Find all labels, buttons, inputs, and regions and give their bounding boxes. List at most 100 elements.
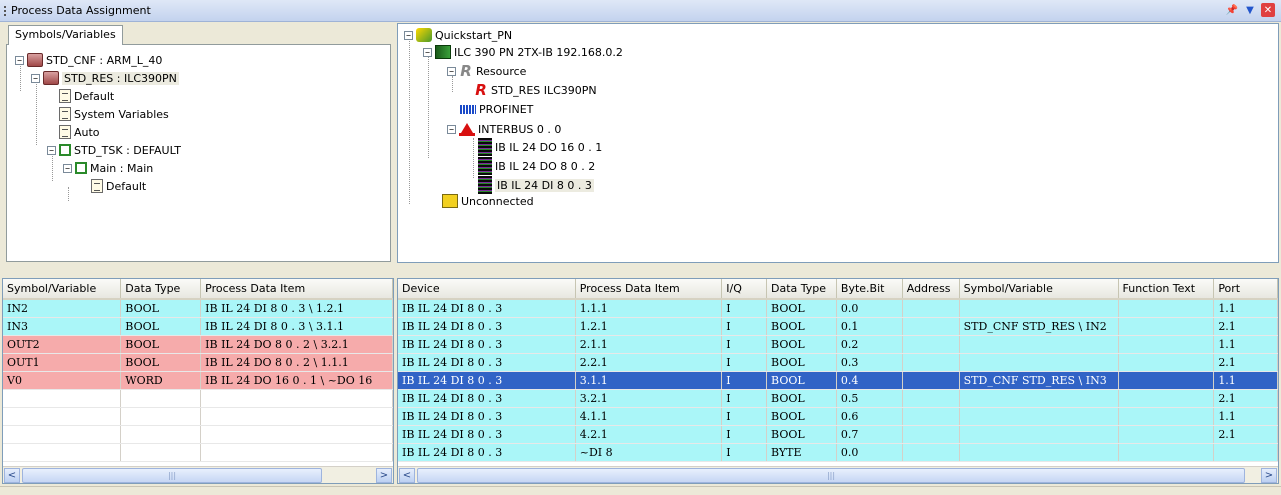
table-cell[interactable] xyxy=(200,407,393,426)
tree-node-std-res[interactable]: R STD_RES ILC390PN xyxy=(474,81,596,99)
tree-node-auto[interactable]: Auto xyxy=(59,123,100,141)
table-cell[interactable] xyxy=(902,371,960,390)
close-icon[interactable]: ✕ xyxy=(1261,3,1275,17)
table-cell[interactable]: 2.1 xyxy=(1213,317,1278,336)
column-header[interactable]: Process Data Item xyxy=(200,279,393,300)
table-cell[interactable]: 2.1 xyxy=(1213,425,1278,444)
table-cell[interactable] xyxy=(1118,353,1215,372)
collapse-icon[interactable]: − xyxy=(447,66,456,76)
table-cell[interactable]: I xyxy=(721,317,768,336)
scroll-right-icon[interactable]: > xyxy=(1261,468,1277,483)
table-cell[interactable]: I xyxy=(721,353,768,372)
tree-node-main-default[interactable]: Default xyxy=(91,177,146,195)
table-cell[interactable]: 0.5 xyxy=(836,389,903,408)
table-cell[interactable]: OUT2 xyxy=(3,335,122,354)
collapse-icon[interactable]: − xyxy=(47,145,56,155)
table-cell[interactable]: 1.1.1 xyxy=(575,299,723,318)
table-cell[interactable] xyxy=(1118,389,1215,408)
table-cell[interactable] xyxy=(902,425,960,444)
table-cell[interactable]: 4.1.1 xyxy=(575,407,723,426)
table-cell[interactable]: STD_CNF STD_RES \ IN3 xyxy=(959,371,1119,390)
table-cell[interactable] xyxy=(902,317,960,336)
table-cell[interactable]: BOOL xyxy=(120,299,202,318)
table-cell[interactable]: BOOL xyxy=(766,371,837,390)
table-cell[interactable] xyxy=(3,389,122,408)
dropdown-icon[interactable]: ▼ xyxy=(1243,3,1257,17)
collapse-icon[interactable]: − xyxy=(15,55,24,65)
tree-node-unconnected[interactable]: Unconnected xyxy=(442,192,534,210)
table-cell[interactable]: IB IL 24 DI 8 0 . 3 xyxy=(398,335,576,354)
table-cell[interactable] xyxy=(1118,443,1215,462)
table-cell[interactable]: BOOL xyxy=(766,299,837,318)
table-cell[interactable]: IB IL 24 DI 8 0 . 3 xyxy=(398,299,576,318)
table-cell[interactable]: BOOL xyxy=(120,335,202,354)
table-cell[interactable] xyxy=(3,425,122,444)
table-cell[interactable]: 0.0 xyxy=(836,299,903,318)
table-row[interactable]: IB IL 24 DI 8 0 . 3 2.1.1 I BOOL 0.2 1.1 xyxy=(398,335,1278,354)
tree-node-system-variables[interactable]: System Variables xyxy=(59,105,169,123)
table-cell[interactable]: 3.2.1 xyxy=(575,389,723,408)
table-cell[interactable]: 2.1 xyxy=(1213,353,1278,372)
table-cell[interactable]: ~DI 8 xyxy=(575,443,723,462)
table-cell[interactable] xyxy=(3,407,122,426)
tree-node-main[interactable]: − Main : Main xyxy=(63,159,153,177)
tree-node-project[interactable]: − Quickstart_PN xyxy=(404,26,512,44)
table-cell[interactable]: BOOL xyxy=(766,389,837,408)
table-cell[interactable]: IB IL 24 DI 8 0 . 3 xyxy=(398,443,576,462)
table-cell[interactable] xyxy=(959,407,1119,426)
table-cell[interactable]: I xyxy=(721,371,768,390)
table-row[interactable]: OUT1 BOOL IB IL 24 DO 8 0 . 2 \ 1.1.1 xyxy=(3,353,393,372)
table-row[interactable]: IN2 BOOL IB IL 24 DI 8 0 . 3 \ 1.2.1 xyxy=(3,299,393,318)
table-row[interactable]: IB IL 24 DI 8 0 . 3 4.1.1 I BOOL 0.6 1.1 xyxy=(398,407,1278,426)
collapse-icon[interactable]: − xyxy=(31,73,40,83)
table-cell[interactable]: BOOL xyxy=(766,317,837,336)
table-cell[interactable]: I xyxy=(721,299,768,318)
table-cell[interactable]: 1.1 xyxy=(1213,371,1278,390)
scroll-right-icon[interactable]: > xyxy=(376,468,392,483)
table-cell[interactable]: STD_CNF STD_RES \ IN2 xyxy=(959,317,1119,336)
table-cell[interactable] xyxy=(1118,407,1215,426)
table-cell[interactable] xyxy=(902,389,960,408)
horizontal-splitter[interactable] xyxy=(0,264,1281,278)
table-cell[interactable] xyxy=(959,389,1119,408)
column-header[interactable]: Data Type xyxy=(120,279,202,300)
table-cell[interactable] xyxy=(120,425,202,444)
table-cell[interactable]: BOOL xyxy=(120,317,202,336)
table-cell[interactable] xyxy=(120,443,202,462)
table-cell[interactable]: I xyxy=(721,389,768,408)
table-cell[interactable]: IB IL 24 DO 8 0 . 2 \ 1.1.1 xyxy=(200,353,393,372)
table-cell[interactable] xyxy=(1118,425,1215,444)
table-cell[interactable] xyxy=(959,443,1119,462)
table-cell[interactable]: IB IL 24 DI 8 0 . 3 \ 1.2.1 xyxy=(200,299,393,318)
table-cell[interactable]: I xyxy=(721,407,768,426)
table-cell[interactable]: V0 xyxy=(3,371,122,390)
table-cell[interactable]: BOOL xyxy=(766,335,837,354)
table-cell[interactable] xyxy=(959,299,1119,318)
tree-node-default[interactable]: Default xyxy=(59,87,114,105)
tree-node-interbus[interactable]: − INTERBUS 0 . 0 xyxy=(447,120,561,138)
column-header[interactable]: I/Q xyxy=(721,279,768,300)
table-cell[interactable]: IB IL 24 DI 8 0 . 3 \ 3.1.1 xyxy=(200,317,393,336)
tree-node-do16[interactable]: IB IL 24 DO 16 0 . 1 xyxy=(478,138,602,156)
table-cell[interactable] xyxy=(120,407,202,426)
table-cell[interactable]: 2.1.1 xyxy=(575,335,723,354)
table-cell[interactable]: 1.1 xyxy=(1213,407,1278,426)
table-cell[interactable]: BOOL xyxy=(766,353,837,372)
column-header[interactable]: Symbol/Variable xyxy=(959,279,1119,300)
table-cell[interactable] xyxy=(902,443,960,462)
table-cell[interactable]: 1.1 xyxy=(1213,299,1278,318)
drag-grip-icon[interactable] xyxy=(4,5,7,16)
table-cell[interactable]: 0.0 xyxy=(836,443,903,462)
pin-icon[interactable]: 📌 xyxy=(1225,3,1239,17)
table-cell[interactable] xyxy=(3,443,122,462)
table-cell[interactable]: 0.1 xyxy=(836,317,903,336)
table-cell[interactable] xyxy=(120,389,202,408)
table-row[interactable]: OUT2 BOOL IB IL 24 DO 8 0 . 2 \ 3.2.1 xyxy=(3,335,393,354)
table-cell[interactable] xyxy=(902,299,960,318)
column-header[interactable]: Symbol/Variable xyxy=(3,279,122,300)
table-cell[interactable]: WORD xyxy=(120,371,202,390)
table-cell[interactable]: 4.2.1 xyxy=(575,425,723,444)
table-cell[interactable]: 0.4 xyxy=(836,371,903,390)
tree-node-std-tsk[interactable]: − STD_TSK : DEFAULT xyxy=(47,141,181,159)
tree-node-do8[interactable]: IB IL 24 DO 8 0 . 2 xyxy=(478,157,595,175)
